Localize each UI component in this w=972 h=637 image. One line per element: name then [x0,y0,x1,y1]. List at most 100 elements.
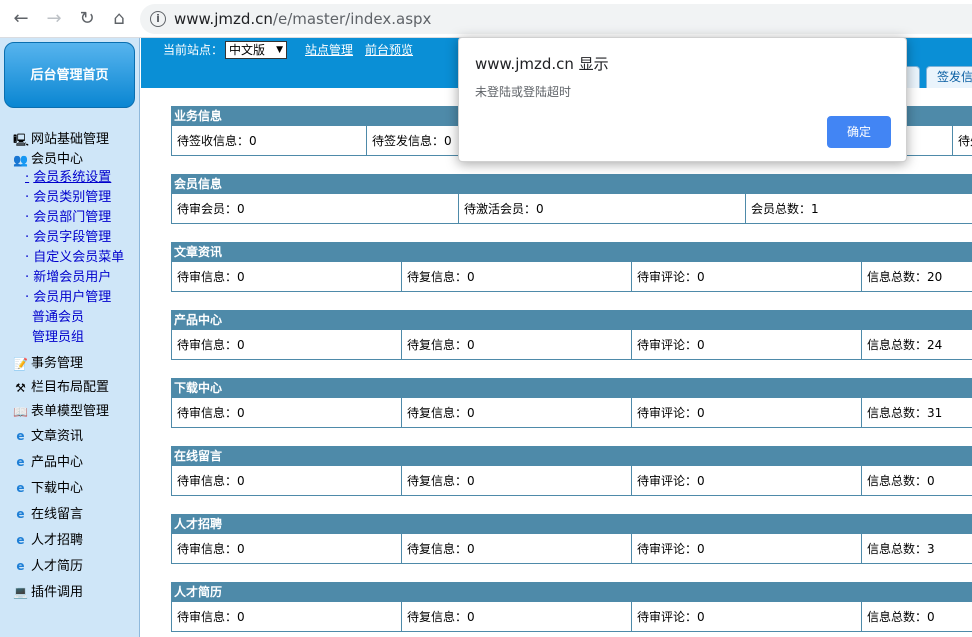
table-cell: 待审评论：0 [632,262,862,292]
table-cell: 待审信息：0 [172,330,402,360]
table-row: 待审信息：0 待复信息：0 待审评论：0 信息总数：20 [171,262,972,292]
section-title: 人才简历 [171,582,972,602]
dialog-title: www.jmzd.cn 显示 [475,55,609,73]
sidebar-subitem-custom-member-menu[interactable]: · 自定义会员菜单 [0,248,140,268]
admin-home-button[interactable]: 后台管理首页 [4,42,135,108]
sidebar-subitem-label: 新增会员用户 [33,270,112,285]
section-block: 在线留言 待审信息：0 待复信息：0 待审评论：0 信息总数：0 [171,446,972,496]
computer-icon: 🖳 [13,133,30,147]
back-arrow-icon[interactable]: ← [10,8,32,30]
reload-icon[interactable]: ↻ [76,8,98,30]
sidebar-item-label: 网站基础管理 [31,132,110,147]
table-cell: 待复信息：0 [402,262,632,292]
sidebar-subitem-member-types[interactable]: · 会员类别管理 [0,188,140,208]
table-row: 待审信息：0 待复信息：0 待审评论：0 信息总数：3 [171,534,972,564]
table-cell: 待处 [952,126,972,156]
table-cell: 待审信息：0 [172,262,402,292]
notepad-icon: 📝 [13,357,28,371]
table-row: 待审信息：0 待复信息：0 待审评论：0 信息总数：0 [171,466,972,496]
table-cell: 待复信息：0 [402,466,632,496]
front-preview-link[interactable]: 前台预览 [365,41,413,58]
bullet: · [25,190,30,205]
computer-icon: 💻 [13,585,28,599]
users-icon: 👥 [13,153,28,167]
table-cell: 待审信息：0 [172,602,402,632]
sidebar-item-plugins[interactable]: 💻 插件调用 [0,580,140,606]
sidebar-subitem-regular-members[interactable]: 普通会员 [0,308,140,328]
tab-sign-issue[interactable]: 签发信 [926,66,972,88]
sidebar-subitem-label: 会员字段管理 [33,230,112,245]
table-cell: 信息总数：24 [867,338,943,352]
table-cell: 待审评论：0 [632,466,862,496]
home-icon[interactable]: ⌂ [108,8,130,30]
table-cell: 待激活会员：0 [459,194,746,224]
table-row: 待审信息：0 待复信息：0 待审评论：0 信息总数：24 [171,330,972,360]
ie-icon: e [16,455,25,469]
sidebar-item-downloads[interactable]: e 下载中心 [0,476,140,502]
site-manage-link[interactable]: 站点管理 [305,41,353,58]
table-cell: 会员总数：1 [751,202,819,216]
sidebar-item-label: 表单模型管理 [31,404,110,419]
table-cell: 待复信息：0 [402,534,632,564]
book-icon: 📖 [13,405,28,419]
forward-arrow-icon[interactable]: → [43,8,65,30]
sidebar-item-label: 栏目布局配置 [31,380,110,395]
site-select-value: 中文版 [229,43,266,57]
sidebar-subitem-member-users[interactable]: · 会员用户管理 [0,288,140,308]
section-title: 在线留言 [171,446,972,466]
sidebar-item-column-layout[interactable]: ⚒ 栏目布局配置 [0,376,140,400]
sidebar: 后台管理首页 🖳 网站基础管理 👥 会员中心 · 会员系统设置 · 会员类别管理… [0,38,140,637]
ie-icon: e [16,429,25,443]
sidebar-item-form-models[interactable]: 📖 表单模型管理 [0,400,140,424]
table-cell: 待审评论：0 [632,602,862,632]
main-content: 业务信息 待签收信息：0 待签发信息：0 待处 会员信息 待审会员：0 待激活会… [141,88,972,637]
table-cell: 信息总数：0 [867,474,935,488]
address-bar[interactable]: i www.jmzd.cn/e/master/index.aspx [140,4,972,34]
sidebar-item-label: 产品中心 [31,455,84,470]
sidebar-item-label: 插件调用 [31,585,84,600]
sidebar-item-member-center[interactable]: 👥 会员中心 [0,148,140,172]
alert-dialog: www.jmzd.cn 显示 未登陆或登陆超时 确定 [458,37,907,162]
table-cell: 待复信息：0 [402,398,632,428]
sidebar-item-label: 人才招聘 [31,533,84,548]
ok-button[interactable]: 确定 [827,116,891,148]
sidebar-subitem-label: 自定义会员菜单 [33,250,125,265]
section-block: 下载中心 待审信息：0 待复信息：0 待审评论：0 信息总数：31 [171,378,972,428]
sidebar-item-label: 下载中心 [31,481,84,496]
site-info-icon[interactable]: i [150,11,166,27]
sidebar-item-label: 人才简历 [31,559,84,574]
url-path: /e/master/index.aspx [272,10,432,28]
sidebar-item-guestbook[interactable]: e 在线留言 [0,502,140,528]
current-site-label: 当前站点： [163,43,224,57]
section-block: 产品中心 待审信息：0 待复信息：0 待审评论：0 信息总数：24 [171,310,972,360]
sidebar-item-recruitment[interactable]: e 人才招聘 [0,528,140,554]
bullet: · [25,250,30,265]
url-text: www.jmzd.cn/e/master/index.aspx [174,10,431,28]
sidebar-subitem-label: 会员部门管理 [33,210,112,225]
sidebar-subitem-member-fields[interactable]: · 会员字段管理 [0,228,140,248]
sidebar-subitem-admin-group[interactable]: 管理员组 [0,328,140,348]
table-cell: 信息总数：0 [867,610,935,624]
sidebar-subitem-label: 会员用户管理 [33,290,112,305]
table-row: 待审会员：0 待激活会员：0 会员总数：1 [171,194,972,224]
sidebar-item-label: 事务管理 [31,356,84,371]
sidebar-subitem-add-member[interactable]: · 新增会员用户 [0,268,140,288]
table-cell: 待复信息：0 [402,602,632,632]
table-cell: 信息总数：20 [867,270,943,284]
table-cell: 待审评论：0 [632,330,862,360]
table-cell: 待审信息：0 [172,466,402,496]
sidebar-subitem-member-departments[interactable]: · 会员部门管理 [0,208,140,228]
chevron-down-icon: ▼ [276,45,283,55]
sidebar-item-resumes[interactable]: e 人才简历 [0,554,140,580]
site-select[interactable]: 中文版 ▼ [225,41,287,59]
sidebar-menu: 🖳 网站基础管理 👥 会员中心 · 会员系统设置 · 会员类别管理 · 会员部门… [0,128,140,606]
bullet: · [25,170,30,185]
sidebar-item-products[interactable]: e 产品中心 [0,450,140,476]
sidebar-item-affairs[interactable]: 📝 事务管理 [0,352,140,376]
section-block: 人才招聘 待审信息：0 待复信息：0 待审评论：0 信息总数：3 [171,514,972,564]
bullet: · [25,290,30,305]
ie-icon: e [16,481,25,495]
table-cell: 待签收信息：0 [172,126,367,156]
sidebar-item-articles[interactable]: e 文章资讯 [0,424,140,450]
bullet: · [25,270,30,285]
